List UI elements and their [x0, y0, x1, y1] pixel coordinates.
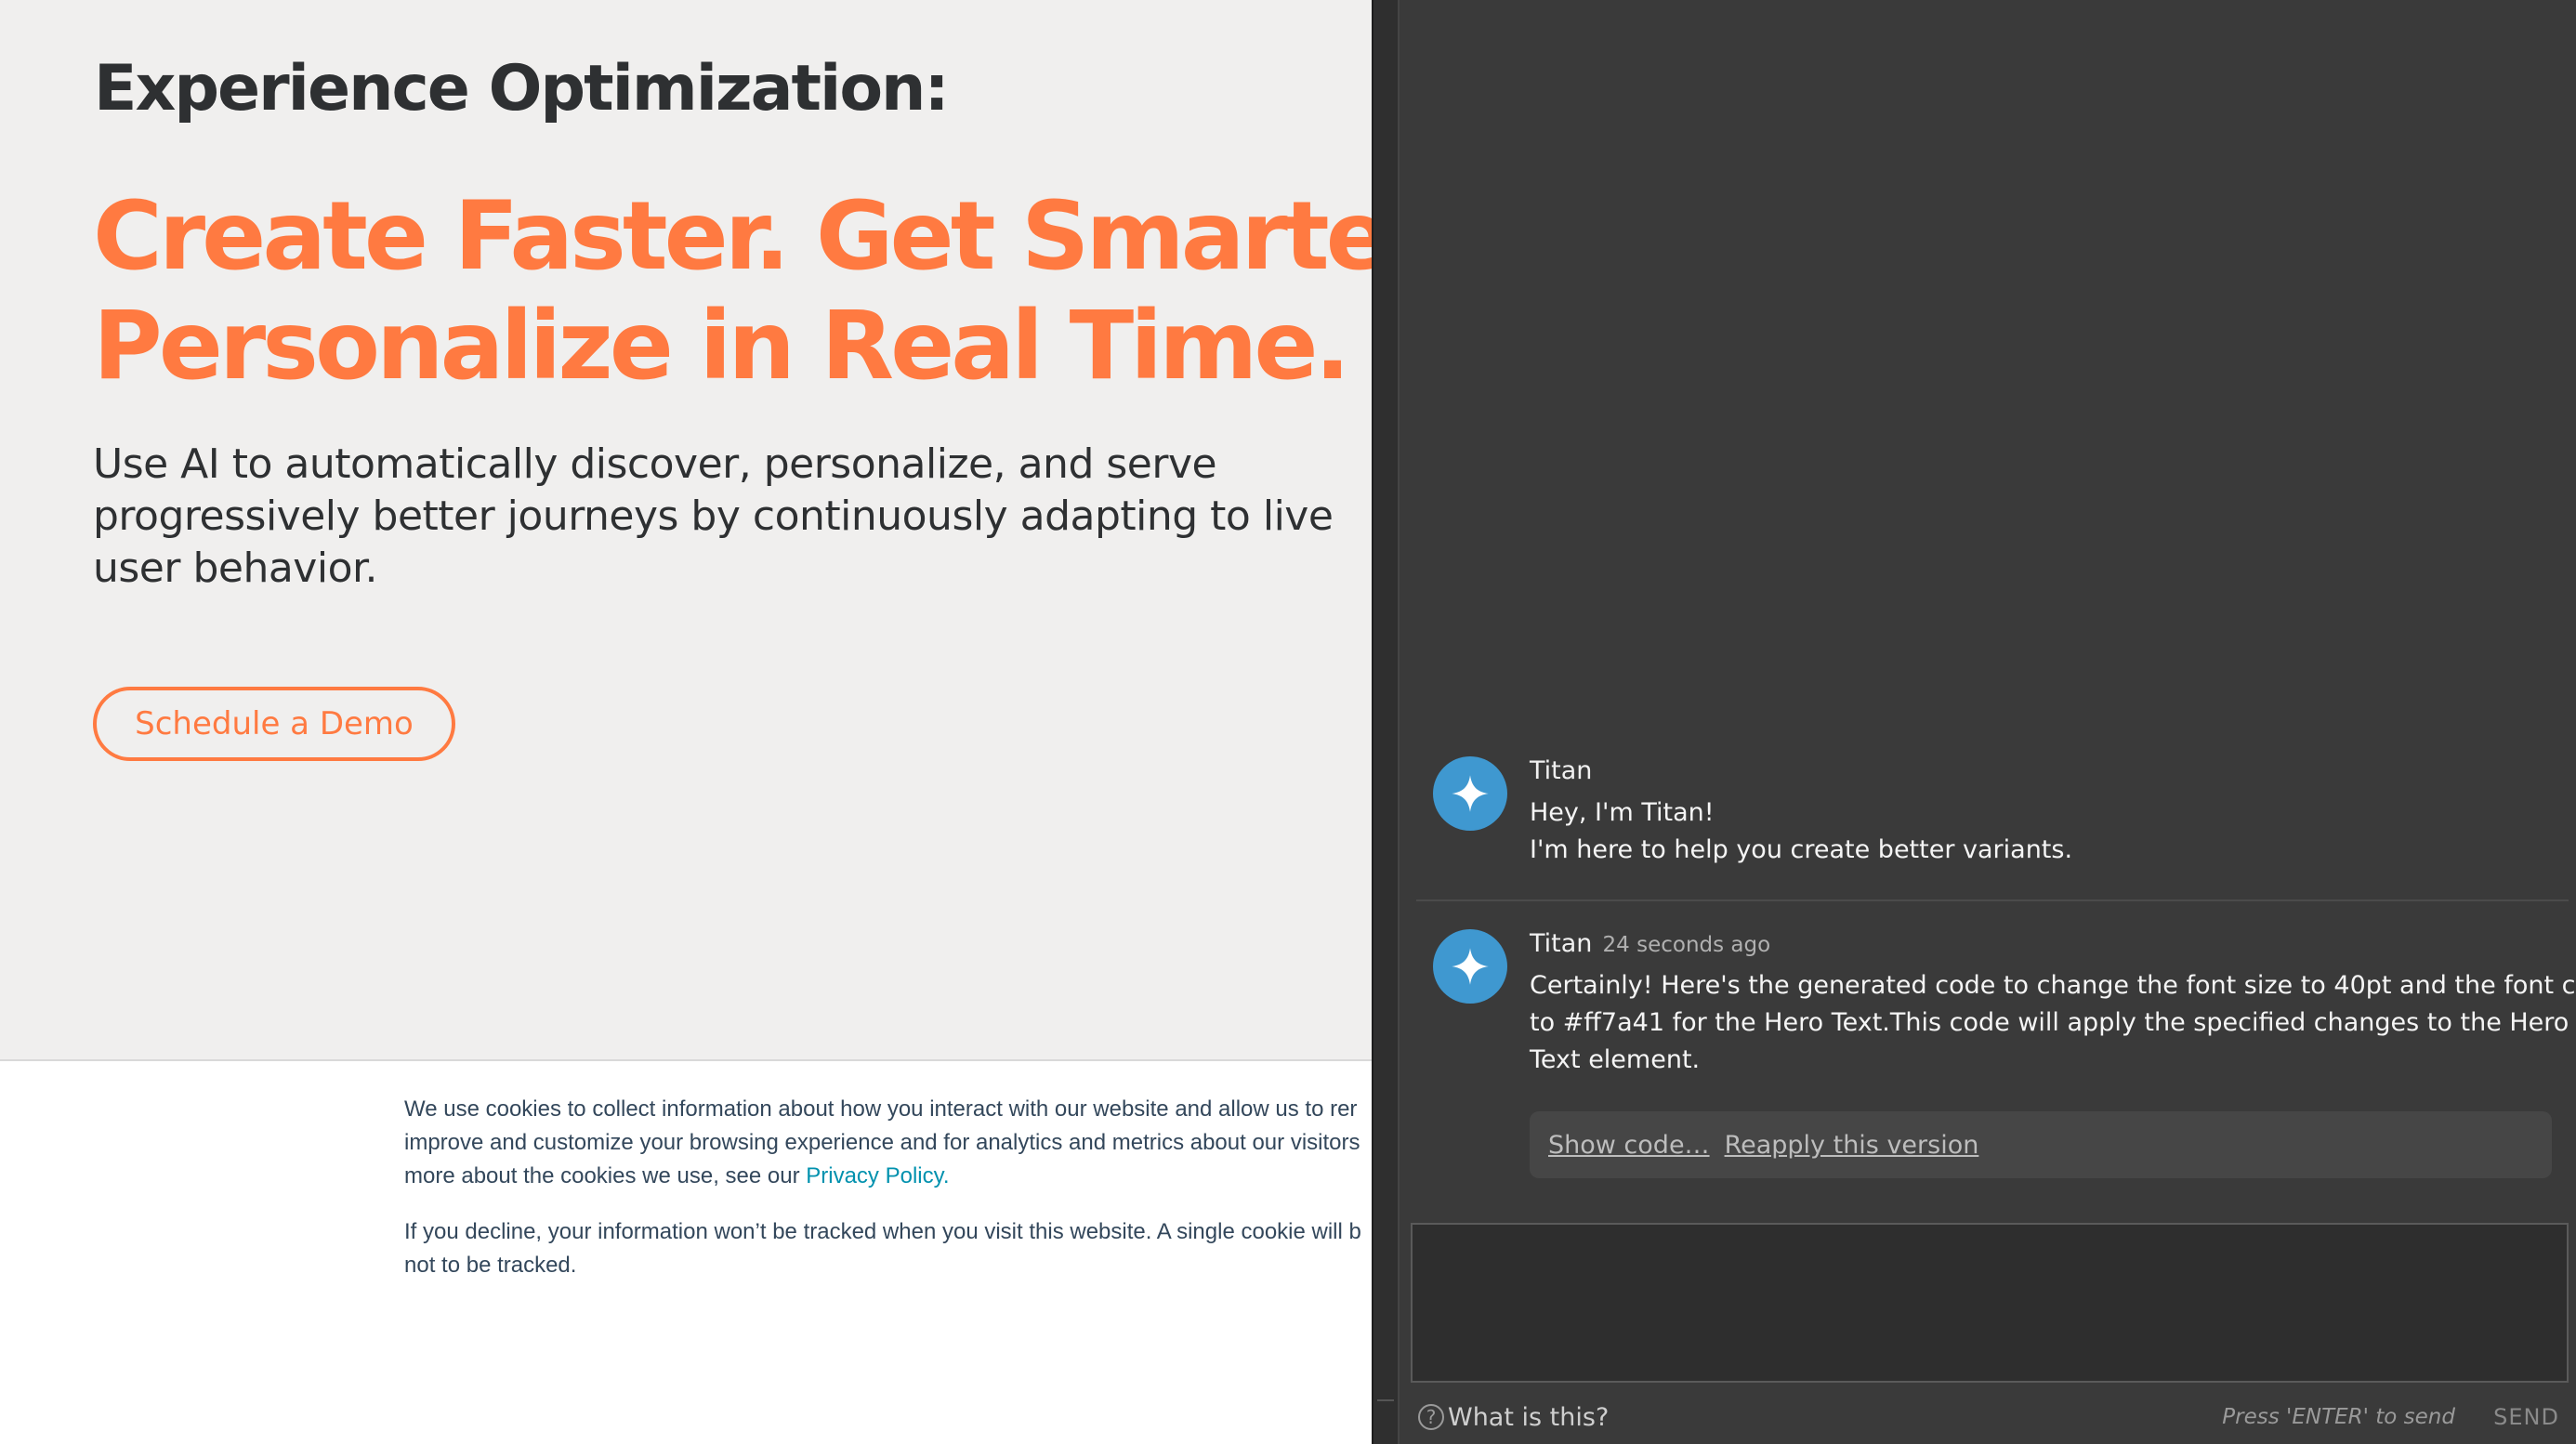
send-button[interactable]: SEND — [2493, 1404, 2559, 1430]
privacy-policy-link[interactable]: Privacy Policy. — [806, 1163, 949, 1188]
website-preview: Experience Optimization: Create Faster. … — [0, 0, 1372, 1444]
message-timestamp: 24 seconds ago — [1602, 933, 1771, 957]
cookie-text-line: We use cookies to collect information ab… — [404, 1096, 1358, 1122]
cookie-text-line: not to be tracked. — [404, 1253, 577, 1278]
panel-resize-handle[interactable] — [1372, 0, 1400, 1444]
hero-headline-line-2: Personalize in Real Time. — [93, 291, 1350, 401]
message-author: Titan — [1530, 929, 1593, 958]
assistant-panel: Titan Hey, I'm Titan! I'm here to help y… — [1400, 0, 2576, 1444]
message-body: Titan Hey, I'm Titan! I'm here to help y… — [1530, 756, 2552, 869]
cookie-text-line: more about the cookies we use, see our — [404, 1163, 807, 1188]
cookie-text-line: improve and customize your browsing expe… — [404, 1130, 1360, 1155]
message-line: to #ff7a41 for the Hero Text.This code w… — [1530, 1008, 2569, 1037]
sparkle-icon — [1452, 948, 1489, 985]
cookie-paragraph-1: We use cookies to collect information ab… — [404, 1093, 1372, 1193]
hero-eyebrow: Experience Optimization: — [94, 52, 950, 125]
reapply-version-link[interactable]: Reapply this version — [1725, 1131, 1979, 1160]
send-hint: Press 'ENTER' to send — [2222, 1405, 2455, 1429]
hero-subtext: Use AI to automatically discover, person… — [93, 440, 1334, 592]
assistant-avatar — [1433, 929, 1507, 1004]
cookie-text-line: If you decline, your information won’t b… — [404, 1219, 1361, 1244]
what-is-this-link[interactable]: What is this? — [1448, 1403, 1609, 1432]
schedule-demo-button[interactable]: Schedule a Demo — [93, 687, 455, 761]
message-author: Titan — [1530, 756, 1593, 785]
message-line: Hey, I'm Titan! — [1530, 798, 1715, 827]
hero-headline-line-1: Create Faster. Get Smarter. — [93, 181, 1372, 292]
hero-section: Experience Optimization: Create Faster. … — [0, 0, 1372, 1060]
cookie-paragraph-2: If you decline, your information won’t b… — [404, 1215, 1372, 1282]
resize-grip-icon — [1377, 1399, 1394, 1438]
hero-divider — [0, 1059, 1372, 1061]
assistant-avatar — [1433, 756, 1507, 831]
sparkle-icon — [1452, 775, 1489, 812]
message-line: Text element. — [1530, 1045, 1701, 1074]
message-actions: Show code… Reapply this version — [1530, 1111, 2552, 1178]
hero-headline: Create Faster. Get Smarter. Personalize … — [93, 182, 1372, 401]
message-text: Certainly! Here's the generated code to … — [1530, 967, 2576, 1079]
message-line: Certainly! Here's the generated code to … — [1530, 971, 2576, 1000]
chat-input[interactable] — [1411, 1223, 2569, 1383]
message-divider — [1416, 899, 2569, 901]
message-body: Titan 24 seconds ago Certainly! Here's t… — [1530, 929, 2576, 1079]
question-circle-icon[interactable]: ? — [1418, 1404, 1444, 1430]
message-text: Hey, I'm Titan! I'm here to help you cre… — [1530, 794, 2552, 869]
cookie-banner: We use cookies to collect information ab… — [404, 1093, 1372, 1305]
chat-footer: ? What is this? Press 'ENTER' to send SE… — [1418, 1394, 2567, 1440]
message-line: I'm here to help you create better varia… — [1530, 835, 2073, 864]
show-code-link[interactable]: Show code… — [1548, 1131, 1710, 1160]
